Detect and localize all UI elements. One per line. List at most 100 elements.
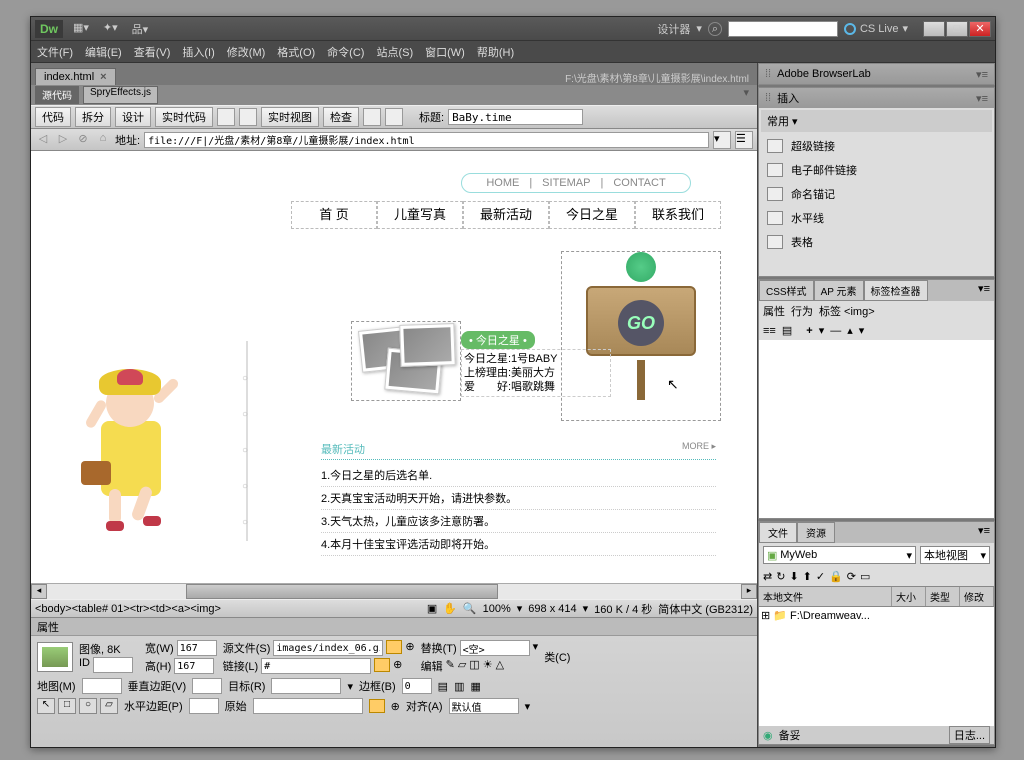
insert-email[interactable]: 电子邮件链接 xyxy=(761,158,992,182)
menu-commands[interactable]: 命令(C) xyxy=(327,44,364,60)
sitemap-menu-icon[interactable]: 品▾ xyxy=(132,21,149,37)
original-input[interactable] xyxy=(253,698,363,714)
design-view-button[interactable]: 设计 xyxy=(115,107,151,127)
refresh-icon[interactable] xyxy=(385,108,403,126)
poly-hotspot-icon[interactable]: ▱ xyxy=(100,698,118,714)
tag-selector[interactable]: <body><table# 01><tr><td><a><img> xyxy=(35,603,221,615)
remove-behavior-icon[interactable]: — xyxy=(830,325,841,337)
extend-menu-icon[interactable]: ✦▾ xyxy=(103,21,118,37)
menu-help[interactable]: 帮助(H) xyxy=(477,44,514,60)
inspect-button[interactable]: 检查 xyxy=(323,107,359,127)
code-view-button[interactable]: 代码 xyxy=(35,107,71,127)
get-icon[interactable]: ⬇ xyxy=(789,570,798,583)
alt-input[interactable] xyxy=(460,640,530,656)
minimize-button[interactable]: — xyxy=(923,21,945,37)
panel-menu-icon[interactable]: ▾≡ xyxy=(974,280,994,301)
close-button[interactable]: ✕ xyxy=(969,21,991,37)
scroll-thumb[interactable] xyxy=(186,584,498,599)
oval-hotspot-icon[interactable]: ○ xyxy=(79,698,97,714)
browser-nav-icon[interactable] xyxy=(363,108,381,126)
map-input[interactable] xyxy=(82,678,122,694)
spry-effects-tab[interactable]: SpryEffects.js xyxy=(83,86,158,104)
live-code-button[interactable]: 实时代码 xyxy=(155,107,213,127)
select-tool-icon[interactable]: ▣ xyxy=(427,602,437,615)
behaviors-subtab[interactable]: 行为 xyxy=(791,303,813,319)
expand-icon[interactable]: ▭ xyxy=(860,570,870,583)
scroll-left-icon[interactable]: ◂ xyxy=(31,584,47,599)
refresh-icon[interactable]: ↻ xyxy=(776,570,785,583)
filter-icon[interactable]: ▾ xyxy=(743,86,753,104)
stop-icon[interactable]: ⊘ xyxy=(75,132,91,148)
checkout-icon[interactable]: ✓ xyxy=(816,570,825,583)
maximize-button[interactable]: □ xyxy=(946,21,968,37)
src-browse-icon[interactable] xyxy=(386,640,402,654)
behaviors-list[interactable] xyxy=(759,340,994,518)
list-view-icon[interactable]: ≡≡ xyxy=(763,325,776,337)
rect-hotspot-icon[interactable]: □ xyxy=(58,698,76,714)
insert-category[interactable]: 常用 ▾ xyxy=(761,110,992,132)
menu-site[interactable]: 站点(S) xyxy=(376,44,413,60)
files-tree[interactable]: ⊞ 📁 F:\Dreamweav... xyxy=(759,607,994,726)
addr-opt-icon[interactable]: ▾ xyxy=(713,131,731,149)
design-canvas[interactable]: HOME| SITEMAP| CONTACT 首 页 儿童写真 最新活动 今日之… xyxy=(31,151,757,583)
log-button[interactable]: 日志... xyxy=(949,726,990,744)
zoom-tool-icon[interactable]: 🔍 xyxy=(463,602,477,615)
split-view-button[interactable]: 拆分 xyxy=(75,107,111,127)
sync-icon[interactable]: ⟳ xyxy=(847,570,856,583)
horizontal-scrollbar[interactable]: ◂ ▸ xyxy=(31,583,757,599)
edit-icon[interactable]: ✎ xyxy=(446,658,455,674)
search-icon[interactable]: ⌕ xyxy=(708,22,722,36)
link-browse-icon[interactable] xyxy=(374,658,390,672)
insert-hyperlink[interactable]: 超级链接 xyxy=(761,134,992,158)
link-point-icon[interactable]: ⊕ xyxy=(393,658,402,674)
move-up-icon[interactable]: ▴ xyxy=(847,324,853,337)
menu-window[interactable]: 窗口(W) xyxy=(425,44,465,60)
cslive-button[interactable]: CS Live▾ xyxy=(844,22,908,35)
css-styles-tab[interactable]: CSS样式 xyxy=(759,280,814,301)
dropdown-icon[interactable]: ▾ xyxy=(696,22,702,35)
insert-table[interactable]: 表格 xyxy=(761,230,992,254)
align-center-icon[interactable]: ▥ xyxy=(454,680,464,693)
zoom-value[interactable]: 100% xyxy=(483,603,511,615)
pointer-tool-icon[interactable]: ↖ xyxy=(37,698,55,714)
menu-modify[interactable]: 修改(M) xyxy=(227,44,266,60)
browserlab-panel[interactable]: ⁞⁞Adobe BrowserLab▾≡ xyxy=(758,63,995,85)
move-down-icon[interactable]: ▾ xyxy=(859,324,865,337)
livecode-opt2-icon[interactable] xyxy=(239,108,257,126)
align-select[interactable] xyxy=(449,698,519,714)
height-input[interactable] xyxy=(174,658,214,674)
title-input[interactable] xyxy=(448,109,583,125)
hspace-input[interactable] xyxy=(189,698,219,714)
menu-edit[interactable]: 编辑(E) xyxy=(85,44,122,60)
border-input[interactable] xyxy=(402,678,432,694)
vspace-input[interactable] xyxy=(192,678,222,694)
sharpen-icon[interactable]: △ xyxy=(496,658,504,674)
connect-icon[interactable]: ⇄ xyxy=(763,570,772,583)
home-icon[interactable]: ⌂ xyxy=(95,132,111,148)
orig-point-icon[interactable]: ⊕ xyxy=(391,700,400,713)
orig-browse-icon[interactable] xyxy=(369,699,385,713)
menu-file[interactable]: 文件(F) xyxy=(37,44,73,60)
attributes-subtab[interactable]: 属性 xyxy=(763,303,785,319)
target-input[interactable] xyxy=(271,678,341,694)
insert-hr[interactable]: 水平线 xyxy=(761,206,992,230)
view-select[interactable]: 本地视图▾ xyxy=(920,546,990,564)
src-input[interactable] xyxy=(273,640,383,656)
src-point-icon[interactable]: ⊕ xyxy=(405,640,414,656)
site-select[interactable]: ▣ MyWeb▾ xyxy=(763,546,916,564)
workspace-switcher[interactable]: 设计器 xyxy=(657,21,690,37)
menu-insert[interactable]: 插入(I) xyxy=(182,44,214,60)
livecode-opt-icon[interactable] xyxy=(217,108,235,126)
crop-icon[interactable]: ▱ xyxy=(458,658,466,674)
put-icon[interactable]: ⬆ xyxy=(803,570,812,583)
align-right-icon[interactable]: ▦ xyxy=(470,680,480,693)
hand-tool-icon[interactable]: ✋ xyxy=(443,602,457,615)
tab-close-icon[interactable]: × xyxy=(100,71,106,83)
source-code-tab[interactable]: 源代码 xyxy=(35,86,79,104)
layout-menu-icon[interactable]: ▦▾ xyxy=(73,21,89,37)
add-behavior-icon[interactable]: + xyxy=(806,325,812,337)
insert-anchor[interactable]: 命名锚记 xyxy=(761,182,992,206)
width-input[interactable] xyxy=(177,640,217,656)
tag-inspector-tab[interactable]: 标签检查器 xyxy=(864,280,928,301)
live-view-button[interactable]: 实时视图 xyxy=(261,107,319,127)
